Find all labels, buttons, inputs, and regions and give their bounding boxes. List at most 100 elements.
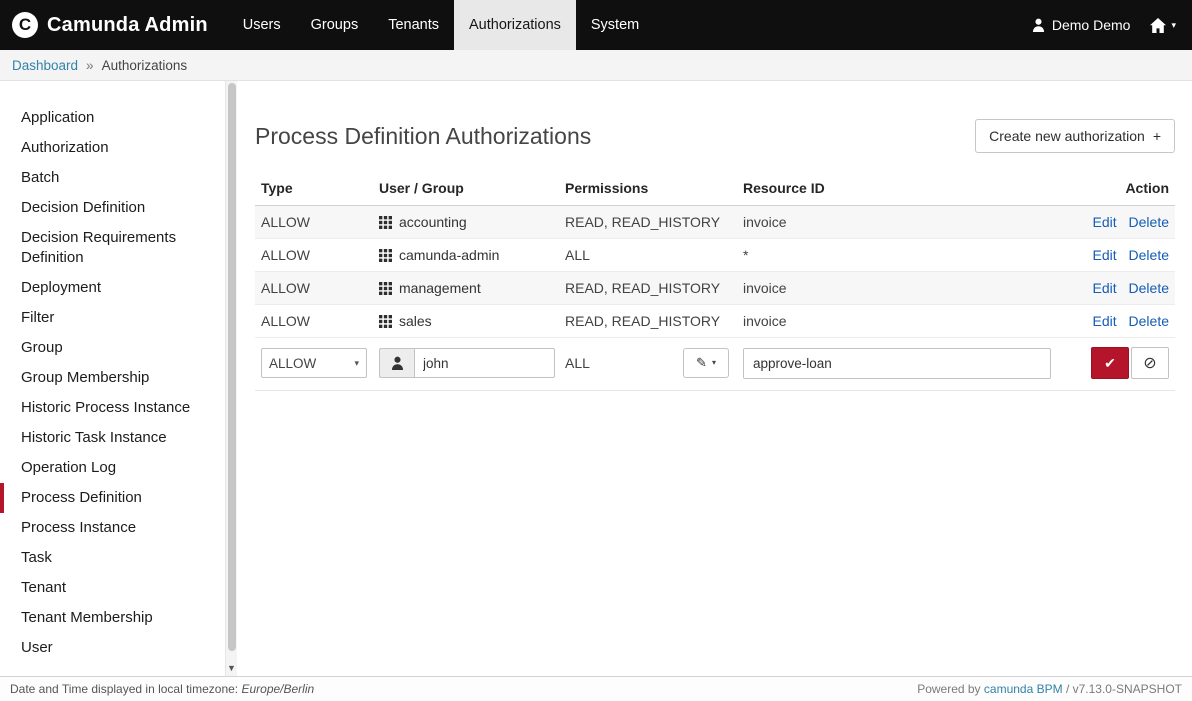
cell-type: ALLOW [255, 206, 373, 239]
cell-permissions: READ, READ_HISTORY [559, 206, 737, 239]
delete-link[interactable]: Delete [1129, 280, 1169, 296]
cell-resource-id: invoice [737, 206, 1057, 239]
cell-resource-id: * [737, 239, 1057, 272]
home-button[interactable]: ▾ [1150, 18, 1176, 33]
camunda-admin-app: C Camunda Admin Users Groups Tenants Aut… [0, 0, 1192, 701]
camunda-bpm-link[interactable]: camunda BPM [984, 682, 1063, 696]
camunda-logo-icon: C [12, 12, 38, 38]
delete-link[interactable]: Delete [1129, 247, 1169, 263]
main-header: Process Definition Authorizations Create… [255, 119, 1175, 153]
sidebar-item-application[interactable]: Application [0, 103, 237, 133]
sidebar-item-decision-definition[interactable]: Decision Definition [0, 193, 237, 223]
authorizations-table: Type User / Group Permissions Resource I… [255, 171, 1175, 391]
cancel-icon: ⊘ [1143, 353, 1156, 373]
powered-by: Powered by camunda BPM / v7.13.0-SNAPSHO… [917, 682, 1182, 696]
nav-item-authorizations[interactable]: Authorizations [454, 0, 576, 50]
nav-item-groups[interactable]: Groups [296, 0, 374, 50]
footer: Date and Time displayed in local timezon… [0, 676, 1192, 701]
user-name: Demo Demo [1052, 17, 1131, 33]
group-icon [379, 249, 392, 262]
cell-permissions: ALL [559, 239, 737, 272]
identity-name: sales [399, 313, 432, 329]
cell-actions: Edit Delete [1057, 206, 1175, 239]
sidebar-scrollbar-thumb[interactable] [228, 83, 236, 651]
table-header-row: Type User / Group Permissions Resource I… [255, 171, 1175, 206]
nav-item-users[interactable]: Users [228, 0, 296, 50]
plus-icon: + [1153, 128, 1161, 144]
confirm-button[interactable]: ✔ [1091, 347, 1129, 379]
sidebar-item-group-membership[interactable]: Group Membership [0, 363, 237, 393]
sidebar-item-batch[interactable]: Batch [0, 163, 237, 193]
scrollbar-down-button[interactable]: ▼ [226, 663, 237, 673]
sidebar-item-authorization[interactable]: Authorization [0, 133, 237, 163]
cell-identity: camunda-admin [373, 239, 559, 272]
sidebar-item-tenant-membership[interactable]: Tenant Membership [0, 603, 237, 633]
nav-item-system[interactable]: System [576, 0, 654, 50]
timezone-label: Date and Time displayed in local timezon… [10, 682, 238, 696]
delete-link[interactable]: Delete [1129, 313, 1169, 329]
identity-input[interactable] [414, 348, 555, 378]
sidebar-item-tenant[interactable]: Tenant [0, 573, 237, 603]
sidebar-item-operation-log[interactable]: Operation Log [0, 453, 237, 483]
sidebar-item-user[interactable]: User [0, 633, 237, 663]
breadcrumb-dashboard-link[interactable]: Dashboard [12, 58, 78, 73]
resource-id-input[interactable] [743, 348, 1051, 379]
sidebar-item-filter[interactable]: Filter [0, 303, 237, 333]
navbar-right: Demo Demo ▾ [1032, 0, 1192, 50]
sidebar-item-process-instance[interactable]: Process Instance [0, 513, 237, 543]
cell-identity-edit [373, 338, 559, 391]
user-icon [391, 356, 404, 370]
cell-type: ALLOW [255, 239, 373, 272]
identity-type-toggle-button[interactable] [379, 348, 414, 378]
home-icon [1150, 18, 1166, 33]
sidebar-item-task[interactable]: Task [0, 543, 237, 573]
type-select-value: ALLOW [269, 356, 316, 371]
sidebar-item-group[interactable]: Group [0, 333, 237, 363]
breadcrumb-current: Authorizations [102, 58, 188, 73]
sidebar-item-deployment[interactable]: Deployment [0, 273, 237, 303]
sidebar-scrollbar[interactable]: ▼ [225, 81, 237, 676]
delete-link[interactable]: Delete [1129, 214, 1169, 230]
edit-link[interactable]: Edit [1093, 313, 1117, 329]
authorization-row: ALLOW sales READ, READ_HISTORY invoice [255, 305, 1175, 338]
identity-name: accounting [399, 214, 467, 230]
identity-name: management [399, 280, 481, 296]
col-header-action: Action [1057, 171, 1175, 206]
sidebar-item-decision-requirements-definition[interactable]: Decision Requirements Definition [0, 223, 237, 273]
cell-permissions-edit: ALL ✎ ▾ [559, 338, 737, 391]
abort-button[interactable]: ⊘ [1131, 347, 1169, 379]
breadcrumb-separator: » [86, 58, 94, 73]
nav-item-tenants[interactable]: Tenants [373, 0, 454, 50]
cell-permissions: READ, READ_HISTORY [559, 272, 737, 305]
col-header-resource-id: Resource ID [737, 171, 1057, 206]
sidebar-item-process-definition[interactable]: Process Definition [0, 483, 237, 513]
page-title: Process Definition Authorizations [255, 123, 591, 150]
col-header-user-group: User / Group [373, 171, 559, 206]
check-icon: ✔ [1104, 355, 1116, 372]
create-authorization-button[interactable]: Create new authorization + [975, 119, 1175, 153]
cell-identity: accounting [373, 206, 559, 239]
group-icon [379, 282, 392, 295]
top-navbar: C Camunda Admin Users Groups Tenants Aut… [0, 0, 1192, 50]
timezone-value: Europe/Berlin [241, 682, 314, 696]
permissions-value: ALL [565, 355, 590, 371]
edit-link[interactable]: Edit [1093, 280, 1117, 296]
edit-permissions-button[interactable]: ✎ ▾ [683, 348, 729, 378]
chevron-down-icon: ▾ [1171, 21, 1176, 30]
sidebar-item-historic-process-instance[interactable]: Historic Process Instance [0, 393, 237, 423]
user-menu[interactable]: Demo Demo [1032, 17, 1131, 33]
edit-link[interactable]: Edit [1093, 214, 1117, 230]
chevron-down-icon: ▾ [354, 359, 359, 368]
col-header-type: Type [255, 171, 373, 206]
cell-resource-id-edit [737, 338, 1057, 391]
edit-link[interactable]: Edit [1093, 247, 1117, 263]
brand[interactable]: C Camunda Admin [0, 0, 228, 50]
resource-sidebar: Application Authorization Batch Decision… [0, 81, 237, 676]
cell-permissions: READ, READ_HISTORY [559, 305, 737, 338]
type-select[interactable]: ALLOW ▾ [261, 348, 367, 378]
primary-nav: Users Groups Tenants Authorizations Syst… [228, 0, 654, 50]
sidebar-item-historic-task-instance[interactable]: Historic Task Instance [0, 423, 237, 453]
cell-actions: Edit Delete [1057, 305, 1175, 338]
content-area: Application Authorization Batch Decision… [0, 81, 1192, 676]
cell-identity: management [373, 272, 559, 305]
